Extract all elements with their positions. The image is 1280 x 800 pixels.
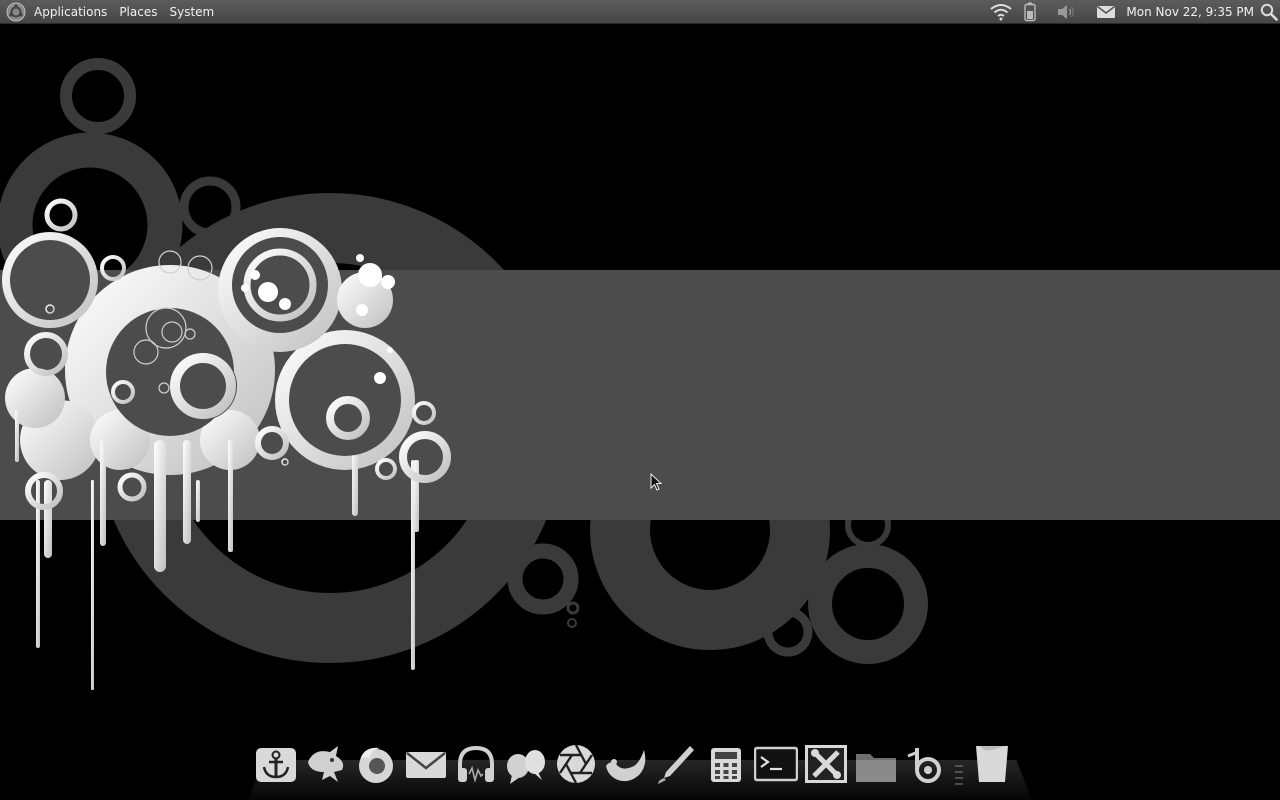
music-launcher[interactable] xyxy=(452,740,500,788)
pen-icon xyxy=(658,746,694,784)
firefox-icon xyxy=(359,747,393,783)
pidgin-launcher[interactable] xyxy=(302,740,350,788)
battery-icon[interactable] xyxy=(1024,2,1037,22)
clock[interactable]: Mon Nov 22, 9:35 PM xyxy=(1126,5,1254,19)
envelope-icon xyxy=(406,752,446,778)
top-panel: Applications Places System Mon Nov 22, 9… xyxy=(0,0,1280,24)
dock-separator xyxy=(952,740,966,788)
terminal-icon xyxy=(754,746,798,782)
ubuntu-logo-icon[interactable] xyxy=(6,2,26,22)
dock xyxy=(252,740,1028,788)
blender-icon xyxy=(907,748,941,783)
system-tray: Mon Nov 22, 9:35 PM xyxy=(984,0,1280,24)
speech-bubbles-icon xyxy=(507,750,545,784)
firefox-launcher[interactable] xyxy=(352,740,400,788)
dock-reflection xyxy=(252,788,1028,800)
bird-icon xyxy=(308,746,344,782)
inkscape-launcher[interactable] xyxy=(652,740,700,788)
settings-launcher[interactable] xyxy=(802,740,850,788)
camera-launcher[interactable] xyxy=(552,740,600,788)
aperture-icon xyxy=(557,744,595,784)
chat-launcher[interactable] xyxy=(502,740,550,788)
folder-icon xyxy=(856,754,896,782)
mail-icon[interactable] xyxy=(1096,5,1116,19)
calculator-icon xyxy=(711,748,741,782)
mail-launcher[interactable] xyxy=(402,740,450,788)
wifi-icon[interactable] xyxy=(990,3,1013,21)
places-menu[interactable]: Places xyxy=(113,0,163,24)
blender-launcher[interactable] xyxy=(902,740,950,788)
gimp-launcher[interactable] xyxy=(602,740,650,788)
calculator-launcher[interactable] xyxy=(702,740,750,788)
files-launcher[interactable] xyxy=(852,740,900,788)
gimp-icon xyxy=(606,750,646,782)
search-icon[interactable] xyxy=(1260,3,1278,21)
trash-launcher[interactable] xyxy=(968,740,1016,788)
trash-icon xyxy=(976,746,1008,782)
mouse-cursor-icon xyxy=(650,473,662,491)
anchor-launcher[interactable] xyxy=(252,740,300,788)
volume-icon[interactable] xyxy=(1056,4,1076,20)
applications-menu[interactable]: Applications xyxy=(28,0,113,24)
terminal-launcher[interactable] xyxy=(752,740,800,788)
panel-menus: Applications Places System xyxy=(6,0,220,24)
system-menu[interactable]: System xyxy=(163,0,220,24)
anchor-icon xyxy=(256,748,296,782)
headphones-icon xyxy=(458,745,494,784)
tools-icon xyxy=(805,745,847,783)
desktop-wallpaper xyxy=(0,24,1280,800)
